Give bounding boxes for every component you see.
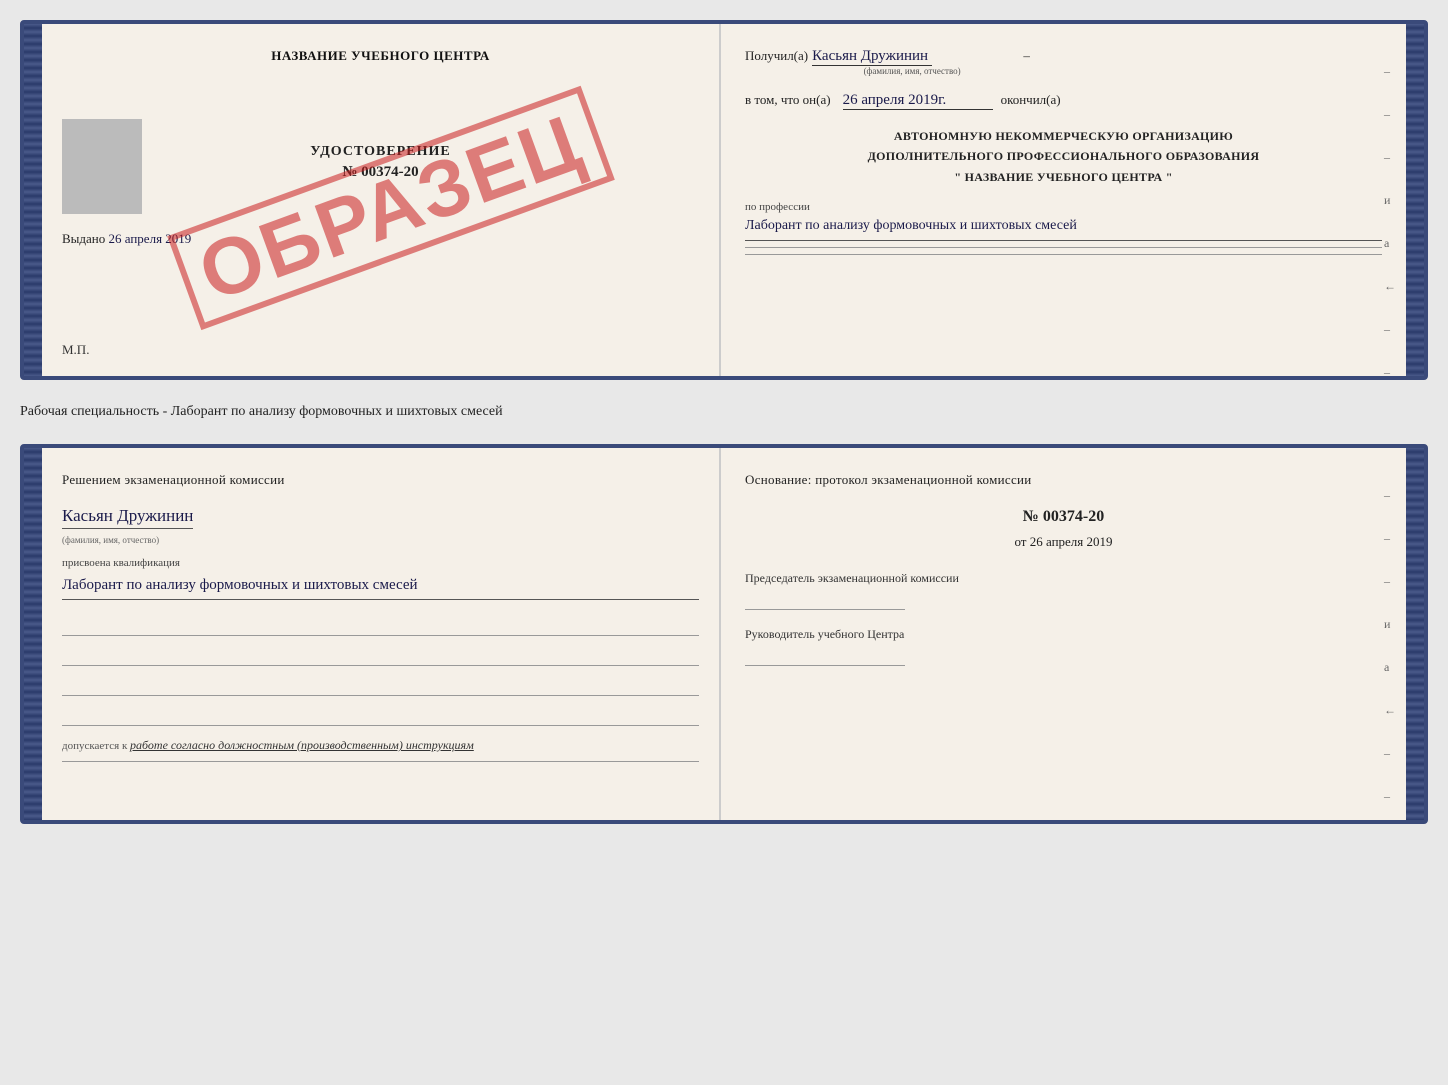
udost-label: УДОСТОВЕРЕНИЕ bbox=[62, 144, 699, 160]
predsedatel-label: Председатель экзаменационной комиссии bbox=[745, 570, 1382, 587]
blank-lines bbox=[62, 614, 699, 726]
predsedatel-sig-line bbox=[745, 609, 905, 610]
poluchil-label: Получил(a) bbox=[745, 48, 808, 64]
rukovoditel-label: Руководитель учебного Центра bbox=[745, 626, 1382, 643]
protocol-date: от 26 апреля 2019 bbox=[745, 534, 1382, 550]
top-cert-left-page: НАЗВАНИЕ УЧЕБНОГО ЦЕНТРА УДОСТОВЕРЕНИЕ №… bbox=[42, 24, 721, 376]
completion-date: 26 апреля 2019г. bbox=[843, 92, 993, 110]
dopusk-label-text: допускается к bbox=[62, 740, 127, 752]
specialty-label: Рабочая специальность - Лаборант по анал… bbox=[20, 398, 1428, 426]
profession-block: по профессии Лаборант по анализу формово… bbox=[745, 201, 1382, 254]
rukovoditel-block: Руководитель учебного Центра bbox=[745, 626, 1382, 666]
photo-placeholder bbox=[62, 119, 142, 214]
kvalf-text: Лаборант по анализу формовочных и шихтов… bbox=[62, 573, 699, 600]
blank-line-1 bbox=[62, 614, 699, 636]
lower-recipient-name: Касьян Дружинин bbox=[62, 506, 193, 529]
obrazec-text: ОБРАЗЕЦ bbox=[167, 85, 614, 329]
predsedatel-block: Председатель экзаменационной комиссии bbox=[745, 570, 1382, 610]
okonchil-label: окончил(а) bbox=[1001, 92, 1061, 108]
prisvoena-label: присвоена квалификация bbox=[62, 557, 699, 569]
mp-label: М.П. bbox=[62, 342, 89, 358]
page-wrapper: НАЗВАНИЕ УЧЕБНОГО ЦЕНТРА УДОСТОВЕРЕНИЕ №… bbox=[20, 20, 1428, 824]
obrazec-stamp: ОБРАЗЕЦ bbox=[72, 69, 709, 346]
vydano-label: Выдано bbox=[62, 231, 105, 246]
dopusk-text: работе согласно должностным (производств… bbox=[130, 738, 474, 752]
profession-text: Лаборант по анализу формовочных и шихтов… bbox=[745, 215, 1382, 240]
org-block: АВТОНОМНУЮ НЕКОММЕРЧЕСКУЮ ОРГАНИЗАЦИЮ ДО… bbox=[745, 126, 1382, 187]
blank-line-3 bbox=[62, 674, 699, 696]
lower-spine-left bbox=[24, 448, 42, 820]
protocol-number: № 00374-20 bbox=[745, 508, 1382, 526]
top-cert-right-page: Получил(a) Касьян Дружинин (фамилия, имя… bbox=[721, 24, 1406, 376]
lower-right-dashes: – – – и а ← – – bbox=[1384, 488, 1396, 804]
resheniem-title: Решением экзаменационной комиссии bbox=[62, 472, 699, 488]
recipient-name: Касьян Дружинин bbox=[812, 48, 932, 66]
lower-left-page: Решением экзаменационной комиссии Касьян… bbox=[42, 448, 721, 820]
lower-name-subtext: (фамилия, имя, отчество) bbox=[62, 535, 699, 545]
lower-spine-right bbox=[1406, 448, 1424, 820]
osnov-title: Основание: протокол экзаменационной коми… bbox=[745, 472, 1382, 488]
ot-label: от bbox=[1014, 534, 1026, 549]
vtom-label: в том, что он(а) bbox=[745, 92, 831, 108]
dash-after-name: – bbox=[1020, 48, 1030, 64]
spine-left bbox=[24, 24, 42, 376]
top-cert-title: НАЗВАНИЕ УЧЕБНОГО ЦЕНТРА bbox=[62, 48, 699, 64]
poluchil-line: Получил(a) Касьян Дружинин (фамилия, имя… bbox=[745, 48, 1382, 76]
protocol-date-value: 26 апреля 2019 bbox=[1030, 534, 1113, 549]
blank-line-2 bbox=[62, 644, 699, 666]
top-certificate-book: НАЗВАНИЕ УЧЕБНОГО ЦЕНТРА УДОСТОВЕРЕНИЕ №… bbox=[20, 20, 1428, 380]
spine-right bbox=[1406, 24, 1424, 376]
vtom-line: в том, что он(а) 26 апреля 2019г. окончи… bbox=[745, 92, 1382, 110]
org-line2: ДОПОЛНИТЕЛЬНОГО ПРОФЕССИОНАЛЬНОГО ОБРАЗО… bbox=[745, 146, 1382, 166]
vydano-date: 26 апреля 2019 bbox=[109, 231, 192, 246]
vydano-line: Выдано 26 апреля 2019 bbox=[62, 231, 699, 247]
dopusk-block: допускается к работе согласно должностны… bbox=[62, 738, 699, 753]
name-subtext: (фамилия, имя, отчество) bbox=[812, 66, 1012, 76]
org-line1: АВТОНОМНУЮ НЕКОММЕРЧЕСКУЮ ОРГАНИЗАЦИЮ bbox=[745, 126, 1382, 146]
org-line3: " НАЗВАНИЕ УЧЕБНОГО ЦЕНТРА " bbox=[745, 167, 1382, 187]
rukovoditel-sig-line bbox=[745, 665, 905, 666]
udostoverenie-block: УДОСТОВЕРЕНИЕ № 00374-20 bbox=[62, 144, 699, 181]
po-professii-label: по профессии bbox=[745, 201, 1382, 213]
lower-right-page: Основание: протокол экзаменационной коми… bbox=[721, 448, 1406, 820]
udost-number: № 00374-20 bbox=[62, 164, 699, 181]
blank-line-4 bbox=[62, 704, 699, 726]
lower-certificate-book: Решением экзаменационной комиссии Касьян… bbox=[20, 444, 1428, 824]
right-dashes: – – – и а ← – – – bbox=[1384, 64, 1396, 380]
